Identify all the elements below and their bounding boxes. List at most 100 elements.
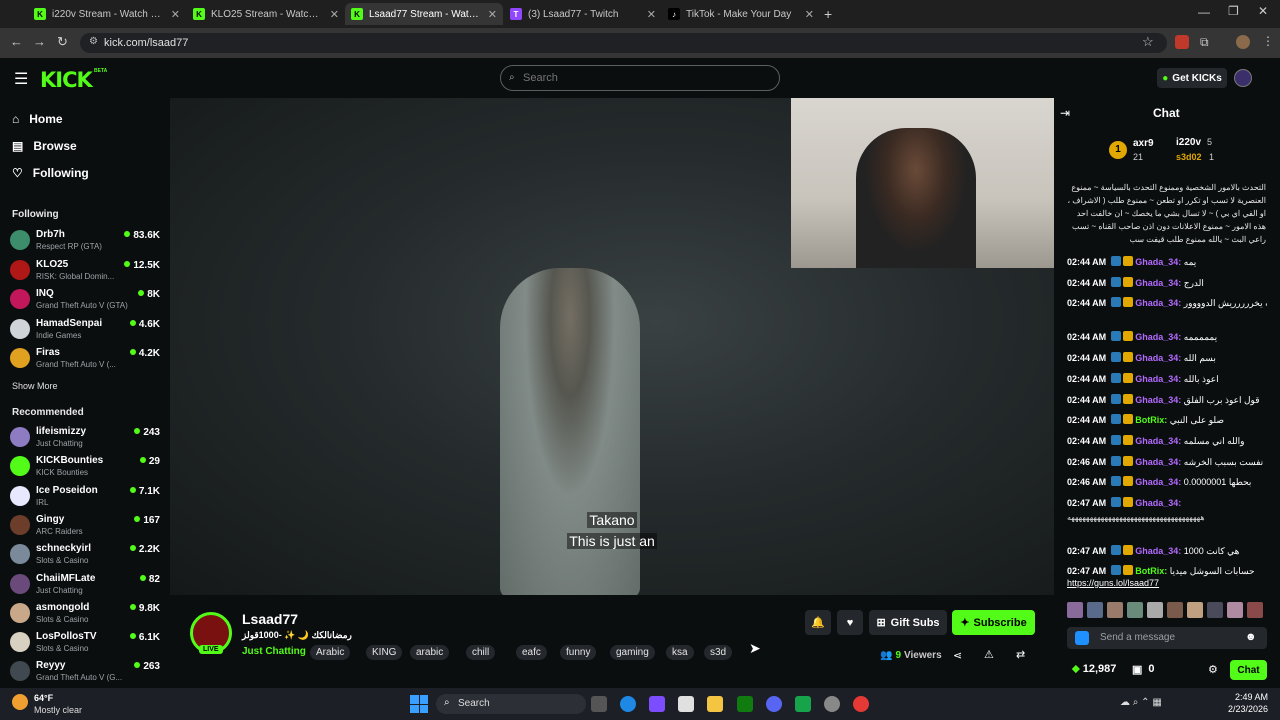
close-tab-icon[interactable]: ✕ <box>330 8 339 21</box>
close-tab-icon[interactable]: ✕ <box>488 8 497 21</box>
stream-tag[interactable]: chill <box>466 645 496 660</box>
follow-heart-button[interactable]: ♥ <box>837 610 863 635</box>
sidebar-channel[interactable]: KICKBounties KICK Bounties 29 <box>10 453 162 481</box>
message-user[interactable]: Ghada_34 <box>1135 278 1178 288</box>
tab-tiktok[interactable]: ♪ TikTok - Make Your Day ✕ <box>662 3 820 25</box>
show-more-button[interactable]: Show More <box>12 381 58 391</box>
search-input[interactable] <box>500 65 780 91</box>
sidebar-channel[interactable]: LosPollosTV Slots & Casino 6.1K <box>10 629 162 657</box>
close-window-icon[interactable]: ✕ <box>1258 4 1268 18</box>
stream-tag[interactable]: Arabic <box>310 645 351 660</box>
share-icon[interactable]: ⋖ <box>953 649 962 662</box>
message-user[interactable]: Ghada_34 <box>1135 436 1178 446</box>
chat-message[interactable]: 02:44 AM BotRix: صلو على النبي <box>1067 414 1267 427</box>
store-icon[interactable] <box>678 696 694 712</box>
new-tab-icon[interactable]: + <box>824 6 832 22</box>
steam-icon[interactable] <box>824 696 840 712</box>
message-user[interactable]: Ghada_34 <box>1135 257 1178 267</box>
emoji-icon[interactable]: ☻ <box>1245 631 1257 643</box>
weather-icon[interactable] <box>12 694 28 710</box>
kick-logo[interactable]: KICK <box>40 68 93 92</box>
reload-icon[interactable]: ↻ <box>57 34 68 50</box>
chat-message[interactable]: 02:46 AM Ghada_34: نفست بسبب الخرشه <box>1067 456 1267 469</box>
close-tab-icon[interactable]: ✕ <box>805 8 814 21</box>
message-user[interactable]: Ghada_34 <box>1135 457 1178 467</box>
sidebar-channel[interactable]: Firas Grand Theft Auto V (... 4.2K <box>10 345 162 373</box>
chat-message[interactable]: 02:47 AM Ghada_34: <box>1067 497 1267 510</box>
discord-icon[interactable] <box>766 696 782 712</box>
stream-tag[interactable]: funny <box>560 645 597 660</box>
leader-1-name[interactable]: axr9 <box>1133 138 1154 149</box>
stream-tag[interactable]: arabic <box>410 645 450 660</box>
message-user[interactable]: Ghada_34 <box>1135 395 1178 405</box>
leader-3-name[interactable]: s3d02 <box>1176 152 1202 162</box>
stream-tag[interactable]: eafc <box>516 645 547 660</box>
message-user[interactable]: Ghada_34 <box>1135 477 1178 487</box>
gift-subs-button[interactable]: ⊞ Gift Subs <box>869 610 947 635</box>
chat-message[interactable]: 02:44 AM Ghada_34: بسم الله <box>1067 352 1267 365</box>
sidebar-channel[interactable]: lifeismizzy Just Chatting 243 <box>10 424 162 452</box>
minimize-icon[interactable]: — <box>1198 5 1210 19</box>
profile-avatar[interactable] <box>1236 35 1250 49</box>
emote-1-icon[interactable] <box>1067 602 1083 618</box>
channel-name[interactable]: Lsaad77 <box>242 611 298 627</box>
chat-message[interactable]: 02:46 AM Ghada_34: 0.0000001 بحطها <box>1067 476 1267 489</box>
nav-home[interactable]: ⌂ Home <box>12 112 63 126</box>
bookmark-star-icon[interactable]: ☆ <box>1142 34 1154 50</box>
report-icon[interactable]: ⚠ <box>984 648 994 661</box>
chat-message[interactable]: 02:44 AM Ghada_34: يمممممه <box>1067 331 1267 344</box>
message-user[interactable]: Ghada_34 <box>1135 353 1178 363</box>
clip-icon[interactable]: ⇄ <box>1016 648 1025 661</box>
points-balance[interactable]: ▣ 0 <box>1132 663 1155 676</box>
chat-message[interactable]: 02:47 AM BotRix: حسابات السوشل ميديا <box>1067 565 1267 578</box>
sidebar-channel[interactable]: Reyyy Grand Theft Auto V (G... 263 <box>10 658 162 686</box>
category-link[interactable]: Just Chatting <box>242 646 306 657</box>
tray-icons[interactable]: ☁ ⌕ ⌃ ▦ <box>1120 697 1162 708</box>
chat-message[interactable]: 02:44 AM Ghada_34: قول اعوذ برب الفلق <box>1067 394 1267 407</box>
message-user[interactable]: Ghada_34 <box>1135 332 1178 342</box>
emote-6-icon[interactable] <box>1167 602 1183 618</box>
get-kicks-button[interactable]: ● Get KICKs <box>1157 68 1227 88</box>
close-tab-icon[interactable]: ✕ <box>171 8 180 21</box>
notifications-bell-button[interactable]: 🔔 <box>805 610 831 635</box>
chat-message[interactable]: 02:44 AM Ghada_34: اعوذ بالله <box>1067 373 1267 386</box>
chat-send-button[interactable]: Chat <box>1230 660 1267 680</box>
file-explorer-icon[interactable] <box>707 696 723 712</box>
chat-message[interactable]: 02:44 AM Ghada_34: يمه <box>1067 256 1267 269</box>
edge-icon[interactable] <box>620 696 636 712</box>
tab-klo25[interactable]: K KLO25 Stream - Watch Live on K ✕ <box>187 3 345 25</box>
sidebar-channel[interactable]: INQ Grand Theft Auto V (GTA) 8K <box>10 286 162 314</box>
maximize-icon[interactable]: ❐ <box>1228 4 1239 18</box>
stream-tag[interactable]: ksa <box>666 645 694 660</box>
emote-8-icon[interactable] <box>1207 602 1223 618</box>
message-user[interactable]: Ghada_34 <box>1135 298 1178 308</box>
back-icon[interactable]: ← <box>10 34 23 49</box>
nav-following[interactable]: ♡ Following <box>12 166 89 180</box>
tab-lsaad77[interactable]: K Lsaad77 Stream - Watch Live o ✕ <box>345 3 503 25</box>
site-info-icon[interactable]: ⚙ <box>89 36 98 47</box>
chat-message-input[interactable]: Send a message <box>1067 627 1267 649</box>
message-user[interactable]: Ghada_34 <box>1135 546 1178 556</box>
chat-message[interactable]: 02:44 AM Ghada_34: والله اني مسلمه <box>1067 435 1267 448</box>
stream-tag[interactable]: gaming <box>610 645 655 660</box>
taskbar-search[interactable]: Search <box>436 694 586 714</box>
close-tab-icon[interactable]: ✕ <box>647 8 656 21</box>
sidebar-channel[interactable]: KLO25 RISK: Global Domin... 12.5K <box>10 257 162 285</box>
chat-link[interactable]: https://guns.lol/lsaad77 <box>1067 578 1159 588</box>
chat-message[interactable]: 02:47 AM Ghada_34: 1000 هي كانت <box>1067 545 1267 558</box>
windows-start-icon[interactable] <box>410 695 428 713</box>
stream-tag[interactable]: s3d <box>704 645 733 660</box>
message-user[interactable]: Ghada_34 <box>1135 498 1178 508</box>
app-icon[interactable] <box>795 696 811 712</box>
tab-i220v[interactable]: Ki220v Stream - Watch Live on K ✕ <box>28 3 186 25</box>
sidebar-channel[interactable]: asmongold Slots & Casino 9.8K <box>10 600 162 628</box>
chat-settings-gear-icon[interactable]: ⚙ <box>1208 663 1218 676</box>
emote-10-icon[interactable] <box>1247 602 1263 618</box>
sidebar-channel[interactable]: Ice Poseidon IRL 7.1K <box>10 483 162 511</box>
subscribe-button[interactable]: ✦ Subscribe <box>952 610 1035 635</box>
nav-browse[interactable]: ▤ Browse <box>12 139 77 153</box>
sidebar-channel[interactable]: schneckyirl Slots & Casino 2.2K <box>10 541 162 569</box>
sidebar-channel[interactable]: Drb7h Respect RP (GTA) 83.6K <box>10 227 162 255</box>
xbox-icon[interactable] <box>737 696 753 712</box>
collapse-chat-icon[interactable]: ⇥ <box>1060 106 1070 120</box>
